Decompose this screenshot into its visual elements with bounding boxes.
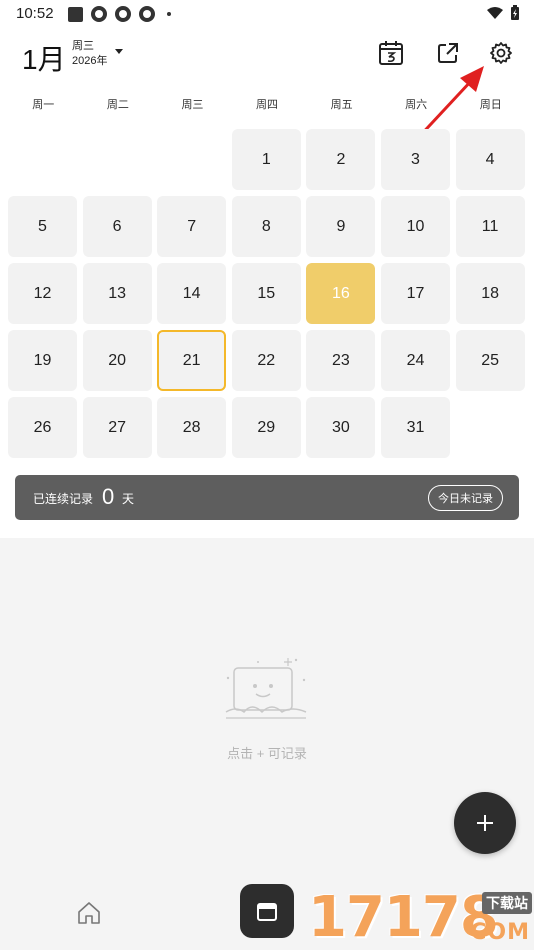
calendar-icon (257, 903, 277, 921)
watermark-domain: COM (470, 920, 530, 945)
calendar-day[interactable]: 28 (157, 397, 227, 458)
site-watermark: 17178 下载站 COM (308, 886, 534, 950)
calendar-day[interactable]: 2 (306, 129, 376, 190)
pinwheel-notification-icon (115, 6, 131, 22)
weekday-header: 周一 周二 周三 周四 周五 周六 周日 (6, 96, 528, 112)
nav-calendar-button[interactable] (240, 884, 294, 938)
calendar-day[interactable]: 22 (231, 330, 301, 391)
home-icon[interactable] (76, 900, 102, 926)
calendar-day[interactable]: 29 (231, 397, 301, 458)
streak-count: 0 (102, 484, 115, 509)
weekday-label: 周日 (479, 99, 502, 111)
app-notification-icon (68, 6, 83, 22)
calendar-day[interactable]: 25 (455, 330, 525, 391)
notification-icons (68, 6, 171, 22)
streak-bar: 已连续记录 0 天 今日未记录 (15, 475, 519, 520)
streak-label: 已连续记录 (33, 492, 94, 506)
calendar-day[interactable]: 23 (306, 330, 376, 391)
empty-hint: 点击 + 可记录 (227, 746, 307, 761)
calendar-day[interactable]: 30 (306, 397, 376, 458)
calendar-day[interactable]: 14 (157, 263, 227, 324)
status-bar: 10:52 (0, 0, 534, 28)
settings-button[interactable] (486, 38, 516, 68)
weekday-label: 周三 (181, 99, 204, 111)
calendar-day[interactable]: 26 (8, 397, 77, 458)
pinwheel-notification-icon (139, 6, 155, 22)
watermark-tag: 下载站 (482, 892, 532, 914)
weekday-label: 周三 (72, 40, 94, 52)
calendar-day[interactable]: 10 (381, 196, 450, 257)
calendar-day[interactable]: 20 (82, 330, 152, 391)
gear-icon (490, 42, 512, 64)
calendar-day[interactable]: 31 (381, 397, 450, 458)
plus-icon (477, 815, 493, 831)
calendar-day[interactable]: 13 (82, 263, 152, 324)
record-status-button[interactable]: 今日未记录 (428, 485, 503, 511)
month-title[interactable]: 1月 (22, 38, 66, 78)
date-picker[interactable]: 周三 2026年 (72, 39, 107, 69)
streak-unit: 天 (122, 492, 135, 506)
calendar-day[interactable]: 8 (231, 196, 301, 257)
calendar-day[interactable]: 24 (381, 330, 450, 391)
weekday-label: 周二 (106, 99, 129, 111)
calendar-day[interactable]: 17 (381, 263, 450, 324)
weekday-label: 周六 (405, 99, 428, 111)
more-notifications-icon (167, 12, 171, 16)
calendar-day[interactable]: 15 (231, 263, 301, 324)
add-record-button[interactable] (454, 792, 516, 854)
calendar-day[interactable]: 11 (455, 196, 525, 257)
calendar-day[interactable]: 7 (157, 196, 227, 257)
calendar-day[interactable]: 3 (381, 129, 450, 190)
calendar-day[interactable]: 19 (8, 330, 77, 391)
calendar-day[interactable]: 5 (8, 196, 77, 257)
wifi-icon (487, 7, 503, 19)
calendar-day[interactable]: 27 (82, 397, 152, 458)
chevron-down-icon[interactable] (115, 49, 123, 54)
calendar-day[interactable]: 18 (455, 263, 525, 324)
system-icons (486, 5, 520, 21)
empty-box-icon (225, 658, 307, 719)
calendar-day[interactable]: 6 (82, 196, 152, 257)
status-time: 10:52 (16, 5, 54, 22)
calendar-day[interactable]: 12 (8, 263, 77, 324)
pinwheel-notification-icon (91, 6, 107, 22)
weekday-label: 周四 (256, 99, 279, 111)
calendar-day[interactable]: 9 (306, 196, 376, 257)
calendar-day[interactable]: 4 (455, 129, 525, 190)
battery-icon (511, 5, 519, 20)
weekday-label: 周一 (32, 99, 55, 111)
calendar-day[interactable]: 1 (231, 129, 301, 190)
year-label: 2026年 (72, 55, 108, 67)
weekday-label: 周五 (330, 99, 353, 111)
calendar-day[interactable]: 21 (157, 330, 227, 391)
calendar-day[interactable]: 16 (306, 263, 376, 324)
